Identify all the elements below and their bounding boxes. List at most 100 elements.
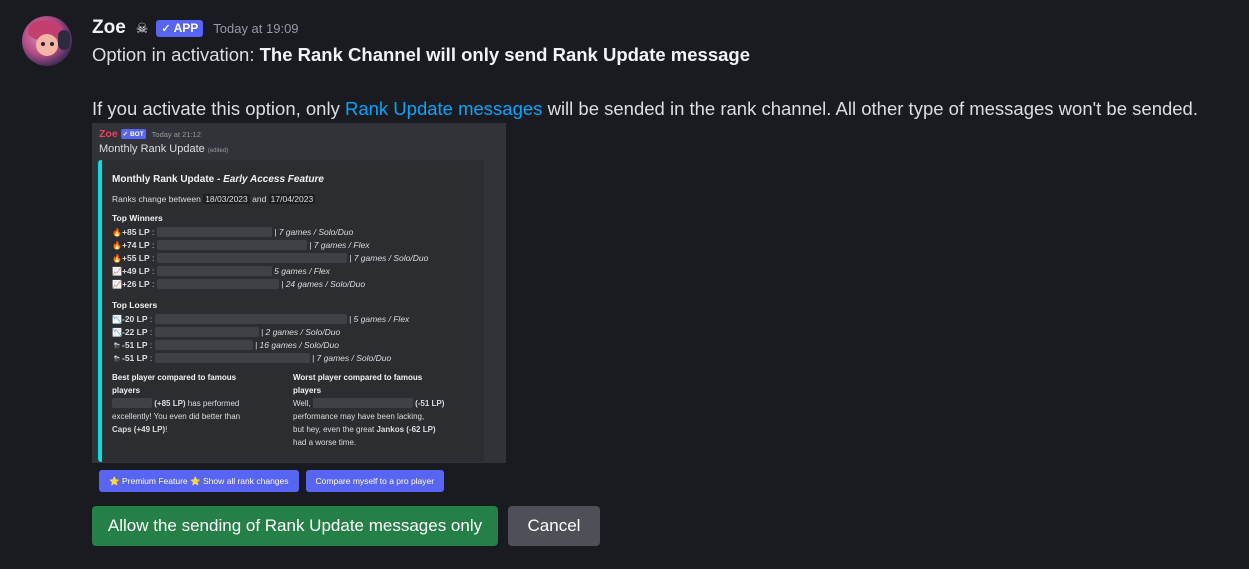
star-icon: ⭐ xyxy=(190,475,201,486)
winner-info: 5 games / Flex xyxy=(274,266,330,276)
avatar-eye xyxy=(50,42,54,46)
embedded-button-row: ⭐ Premium Feature ⭐ Show all rank change… xyxy=(99,470,445,492)
chart-up-icon: 📈 xyxy=(112,280,122,289)
worst-l3-prefix: but hey, even the great xyxy=(293,425,377,434)
rank-update-link[interactable]: Rank Update messages xyxy=(345,98,542,119)
redacted-name xyxy=(312,398,413,408)
redacted-name xyxy=(156,227,272,237)
premium-feature-button[interactable]: ⭐ Premium Feature ⭐ Show all rank change… xyxy=(99,470,299,492)
redacted-name xyxy=(154,314,347,324)
embedded-title: Monthly Rank Update (edited) xyxy=(99,143,228,155)
winner-row: 🔥+85 LP : | 7 games / Solo/Duo xyxy=(112,227,354,237)
winner-lp: +49 LP xyxy=(122,266,150,276)
embed-title: Monthly Rank Update - Early Access Featu… xyxy=(112,174,324,185)
redacted-name xyxy=(156,279,279,289)
loser-info: | 5 games / Flex xyxy=(348,314,410,324)
embedded-username: Zoe xyxy=(99,128,118,140)
date-from: 18/03/2023 xyxy=(203,194,250,204)
worst-line-4: had a worse time. xyxy=(293,438,357,447)
worst-prefix: Well, xyxy=(293,399,313,408)
winner-lp: +85 LP xyxy=(122,227,150,237)
redacted-name xyxy=(154,327,259,337)
loser-lp: -51 LP xyxy=(122,340,148,350)
ranks-change-line: Ranks change between 18/03/2023 and 17/0… xyxy=(112,194,316,204)
winner-row: 📈+49 LP : 5 games / Flex xyxy=(112,266,330,276)
worst-lp: (-51 LP) xyxy=(415,399,445,408)
best-line-1: (+85 LP) has performed xyxy=(112,397,277,410)
line2-suffix: will be sended in the rank channel. All … xyxy=(542,98,1198,119)
ranks-prefix: Ranks change between xyxy=(112,194,204,204)
cancel-button[interactable]: Cancel xyxy=(508,506,600,546)
winner-info: | 7 games / Solo/Duo xyxy=(274,227,354,237)
loser-info: | 2 games / Solo/Duo xyxy=(260,327,341,337)
winner-row: 🔥+55 LP : | 7 games / Solo/Duo xyxy=(112,253,429,263)
loser-row: 📉-22 LP : | 2 games / Solo/Duo xyxy=(112,327,341,337)
app-badge: ✓ APP xyxy=(156,19,204,37)
message-line-1: Option in activation: The Rank Channel w… xyxy=(92,44,750,66)
embed-title-italic: Early Access Feature xyxy=(223,174,324,185)
redacted-name xyxy=(154,353,310,363)
worst-player-section: Worst player compared to famous players … xyxy=(293,371,478,449)
winner-info: | 24 games / Solo/Duo xyxy=(281,279,366,289)
embedded-screenshot[interactable]: Zoe ✓ BOT Today at 21:12 Monthly Rank Up… xyxy=(92,123,506,492)
chart-down-icon: 📉 xyxy=(112,328,122,337)
redacted-name xyxy=(156,266,272,276)
check-icon: ✓ xyxy=(161,22,171,35)
redacted-name xyxy=(156,253,347,263)
redacted-name xyxy=(112,398,152,408)
top-losers-heading: Top Losers xyxy=(112,300,158,310)
star-icon: ⭐ xyxy=(109,475,120,486)
show-all-label: Show all rank changes xyxy=(202,476,289,486)
chart-down-icon: 📉 xyxy=(112,315,122,324)
loser-lp: -22 LP xyxy=(122,327,148,337)
allow-rank-update-button[interactable]: Allow the sending of Rank Update message… xyxy=(92,506,498,546)
headset-icon xyxy=(58,30,70,50)
embed-title-plain: Monthly Rank Update - xyxy=(112,174,224,185)
line1-bold: The Rank Channel will only send Rank Upd… xyxy=(259,44,751,65)
winner-row: 📈+26 LP : | 24 games / Solo/Duo xyxy=(112,279,366,289)
line1-prefix: Option in activation: xyxy=(92,44,260,65)
loser-info: | 16 games / Solo/Duo xyxy=(254,340,339,350)
loser-row: 📉-20 LP : | 5 games / Flex xyxy=(112,314,410,324)
premium-label: Premium Feature xyxy=(121,476,188,486)
app-badge-label: APP xyxy=(173,21,199,35)
redacted-name xyxy=(154,340,253,350)
best-exclaim: ! xyxy=(165,425,168,434)
line2-prefix: If you activate this option, only xyxy=(92,98,345,119)
timestamp[interactable]: Today at 19:09 xyxy=(213,21,298,36)
username[interactable]: Zoe xyxy=(92,17,126,39)
winner-lp: +74 LP xyxy=(122,240,150,250)
best-heading-1: Best player compared to famous xyxy=(112,373,237,382)
caps-lp: Caps (+49 LP) xyxy=(112,425,166,434)
fire-icon: 🔥 xyxy=(112,228,122,237)
loser-row: ⛈ -51 LP : | 16 games / Solo/Duo xyxy=(113,340,339,350)
avatar-eye xyxy=(41,42,45,46)
edited-label: (edited) xyxy=(207,148,229,154)
chart-up-icon: 📈 xyxy=(112,267,122,276)
avatar[interactable] xyxy=(22,16,72,66)
best-lp: (+85 LP) xyxy=(154,399,186,408)
storm-icon: ⛈ xyxy=(113,341,121,350)
top-winners-heading: Top Winners xyxy=(112,213,163,223)
worst-heading-2: players xyxy=(293,386,322,395)
rank-embed: Monthly Rank Update - Early Access Featu… xyxy=(98,160,484,462)
date-to: 17/04/2023 xyxy=(268,194,316,204)
redacted-name xyxy=(156,240,307,250)
winner-lp: +26 LP xyxy=(122,279,150,289)
worst-line-1: Well, (-51 LP) xyxy=(293,397,478,410)
worst-line-2: performance may have been lacking, xyxy=(293,412,425,421)
winner-lp: +55 LP xyxy=(122,253,150,263)
winner-info: | 7 games / Flex xyxy=(309,240,370,250)
loser-lp: -20 LP xyxy=(122,314,148,324)
compare-pro-button[interactable]: Compare myself to a pro player xyxy=(305,470,445,492)
embedded-title-text: Monthly Rank Update xyxy=(99,143,205,155)
fire-icon: 🔥 xyxy=(112,241,122,250)
message-line-2: If you activate this option, only Rank U… xyxy=(92,98,1198,120)
embedded-header: Zoe ✓ BOT Today at 21:12 xyxy=(99,128,201,140)
embedded-timestamp: Today at 21:12 xyxy=(151,129,201,139)
best-player-section: Best player compared to famous players (… xyxy=(112,371,277,436)
best-heading-2: players xyxy=(112,386,141,395)
message-header: Zoe ☠ ✓ APP Today at 19:09 xyxy=(92,17,299,39)
storm-icon: ⛈ xyxy=(113,354,121,363)
winner-row: 🔥+74 LP : | 7 games / Flex xyxy=(112,240,370,250)
